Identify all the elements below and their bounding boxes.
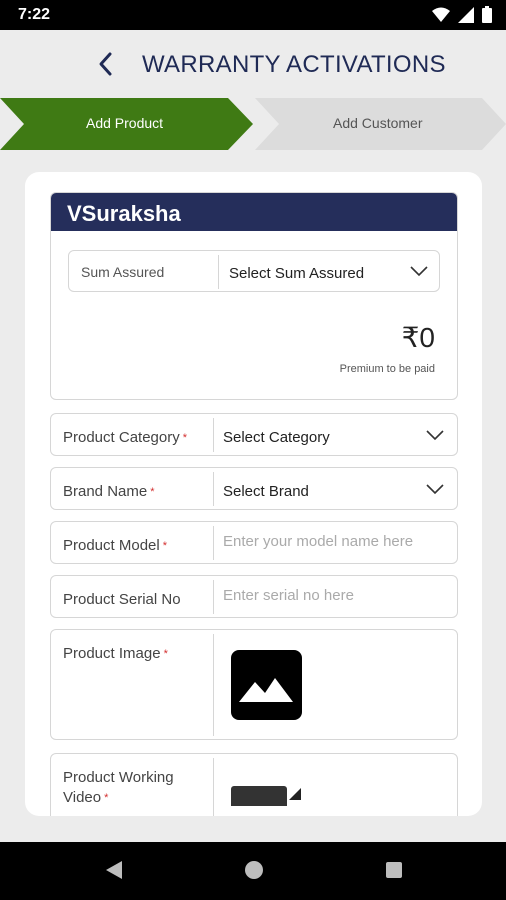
- step-indicator: Add Product Add Customer: [0, 98, 506, 150]
- status-time: 7:22: [18, 6, 51, 23]
- nav-back-icon[interactable]: [104, 860, 124, 880]
- system-nav-bar: [0, 842, 506, 900]
- product-video-field: Product Working Video *: [50, 753, 458, 816]
- video-camera-icon: [289, 788, 301, 800]
- product-category-label: Product Category *: [63, 429, 188, 446]
- plan-box: VSuraksha Sum Assured Select Sum Assured…: [50, 192, 458, 400]
- chevron-down-icon[interactable]: [409, 264, 429, 278]
- image-placeholder-icon[interactable]: [231, 650, 302, 720]
- product-model-field: Product Model *: [50, 521, 458, 564]
- step-arrows: [0, 98, 506, 150]
- page-title: WARRANTY ACTIVATIONS: [142, 51, 446, 78]
- nav-recents-icon[interactable]: [384, 860, 404, 880]
- divider: [213, 472, 214, 506]
- required-marker: *: [163, 648, 168, 660]
- product-serial-label: Product Serial No: [63, 591, 181, 608]
- signal-icon: [458, 6, 474, 23]
- divider: [213, 526, 214, 560]
- brand-name-field[interactable]: Brand Name * Select Brand: [50, 467, 458, 510]
- product-serial-input[interactable]: [223, 587, 413, 604]
- app-header: WARRANTY ACTIVATIONS: [0, 30, 506, 98]
- product-image-label: Product Image *: [63, 645, 168, 662]
- premium-caption: Premium to be paid: [339, 363, 435, 375]
- chevron-down-icon[interactable]: [425, 428, 445, 442]
- step-add-customer[interactable]: Add Customer: [333, 115, 422, 131]
- product-model-label: Product Model *: [63, 537, 167, 554]
- required-marker: *: [182, 432, 188, 444]
- mountain-icon: [239, 678, 293, 702]
- chevron-left-icon: [99, 52, 112, 76]
- product-model-input[interactable]: [223, 533, 413, 550]
- battery-icon: [482, 6, 492, 23]
- required-marker: *: [150, 486, 155, 498]
- product-image-field: Product Image *: [50, 629, 458, 740]
- premium-amount: ₹0: [401, 322, 435, 353]
- product-video-label: Product Working Video *: [63, 769, 174, 806]
- product-serial-field: Product Serial No: [50, 575, 458, 618]
- form-card: VSuraksha Sum Assured Select Sum Assured…: [25, 172, 482, 816]
- divider: [213, 580, 214, 614]
- status-icons: [432, 6, 492, 23]
- required-marker: *: [162, 540, 167, 552]
- step-add-product[interactable]: Add Product: [86, 115, 163, 131]
- sum-assured-value[interactable]: Select Sum Assured: [229, 265, 364, 282]
- wifi-icon: [432, 7, 450, 22]
- divider: [213, 758, 214, 816]
- nav-home-icon[interactable]: [244, 860, 264, 880]
- plan-name: VSuraksha: [51, 193, 457, 231]
- brand-select[interactable]: Select Brand: [223, 483, 413, 500]
- sum-assured-select[interactable]: Sum Assured Select Sum Assured: [68, 250, 440, 292]
- divider: [218, 255, 219, 289]
- divider: [213, 418, 214, 452]
- chevron-down-icon[interactable]: [425, 482, 445, 496]
- status-bar: 7:22: [0, 0, 506, 30]
- back-button[interactable]: [94, 48, 122, 80]
- product-category-field[interactable]: Product Category * Select Category: [50, 413, 458, 456]
- divider: [213, 634, 214, 736]
- video-placeholder-icon[interactable]: [231, 786, 287, 806]
- product-category-select[interactable]: Select Category: [223, 429, 413, 446]
- brand-name-label: Brand Name *: [63, 483, 155, 500]
- sum-assured-label: Sum Assured: [81, 264, 165, 280]
- required-marker: *: [104, 792, 109, 804]
